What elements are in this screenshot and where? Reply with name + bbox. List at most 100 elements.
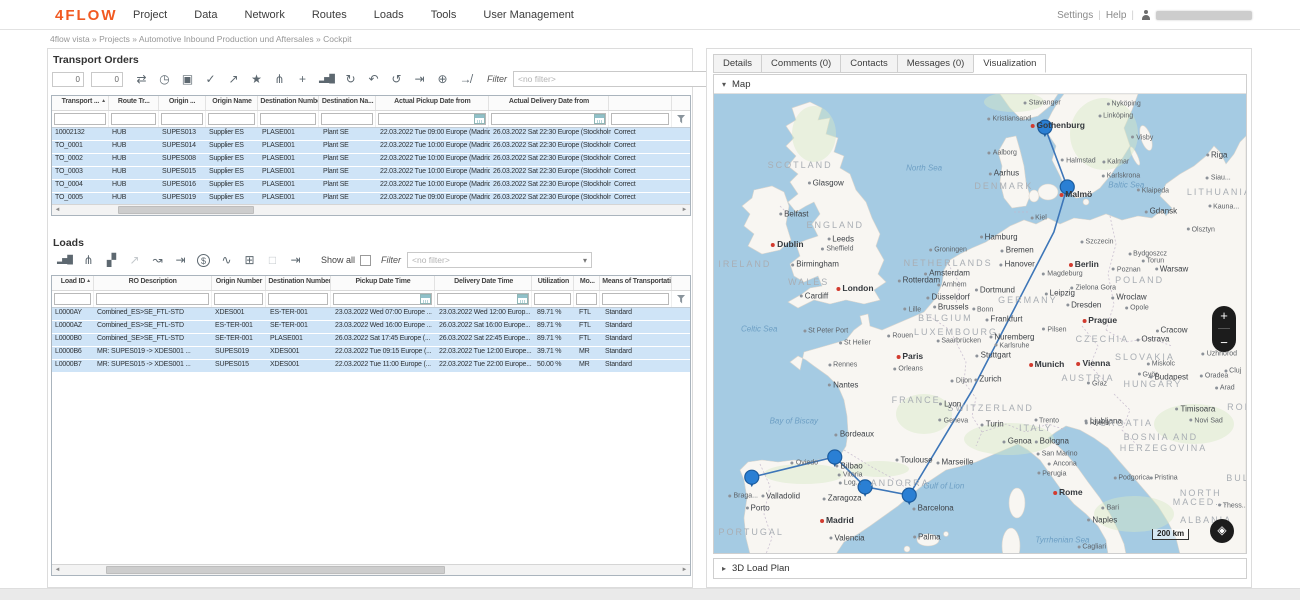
to-filter-input-5[interactable] [321,113,373,125]
zoom-out-button[interactable]: − [1220,336,1228,349]
zoom-in-button[interactable]: + [1220,309,1228,322]
ld-filter-input-6[interactable] [534,293,571,305]
remove-assignment-icon[interactable]: ↛ [459,71,472,87]
ld-col-4[interactable]: Pickup Date Time [331,276,435,290]
ld-filter-input-7[interactable] [576,293,597,305]
split-route-icon[interactable]: ⋔ [273,71,286,87]
to-col-1[interactable]: Route Tr... [109,96,159,110]
ld-col-2[interactable]: Origin Number [212,276,267,290]
ld-row[interactable]: L0000AYCombined_ES>SE_FTL-STDXDES001ES-T… [52,308,690,321]
load-structure-icon[interactable]: ▞ [105,252,118,268]
ld-filter-input-1[interactable] [96,293,209,305]
nav-item-data[interactable]: Data [194,9,217,21]
nav-item-tools[interactable]: Tools [431,9,457,21]
refresh-icon[interactable]: ↻ [344,71,357,87]
transport-counter-2[interactable] [91,72,123,87]
export-icon[interactable]: ⇥ [289,252,302,268]
ld-col-1[interactable]: RO Description [94,276,212,290]
load-plan-header[interactable]: ▸ 3D Load Plan [714,559,1246,577]
nav-item-network[interactable]: Network [245,9,285,21]
to-filter-input-4[interactable] [260,113,316,125]
settings-link[interactable]: Settings [1057,10,1093,21]
ld-hscrollbar[interactable]: ◄► [52,564,690,575]
lasso-icon[interactable]: ∿ [220,252,233,268]
ld-filter-input-0[interactable] [54,293,91,305]
ld-filter-input-5[interactable] [437,293,530,305]
ld-col-3[interactable]: Destination Number [266,276,331,290]
to-hscrollbar[interactable]: ◄► [52,204,690,215]
utilization-chart-icon[interactable]: ▂▅█ [57,252,72,268]
load-plan-icon[interactable]: ⊞ [243,252,256,268]
to-row[interactable]: TO_0001HUBSUPES014Supplier ESPLASE001Pla… [52,141,690,154]
confirm-icon[interactable]: ✓ [204,71,217,87]
nav-item-project[interactable]: Project [133,9,167,21]
ld-row[interactable]: L0000B7MR: SUPES015 -> XDES001 ...SUPES0… [52,360,690,373]
to-row[interactable]: 10002132HUBSUPES013Supplier ESPLASE001Pl… [52,128,690,141]
calendar-icon[interactable] [420,294,431,304]
ld-row[interactable]: L0000AZCombined_ES>SE_FTL-STDES-TER-001S… [52,321,690,334]
calendar-icon[interactable] [517,294,528,304]
to-col-6[interactable]: Actual Pickup Date from [376,96,489,110]
report-icon[interactable]: ▂▅█ [319,71,334,87]
calendar-icon[interactable] [594,114,605,124]
calendar-icon[interactable] [474,114,485,124]
map-section-header[interactable]: ▾ Map [714,75,1246,93]
reassign-icon[interactable]: ⇄ [135,71,148,87]
to-col-8[interactable] [609,96,672,110]
globe-icon[interactable]: ⊕ [436,71,449,87]
filter-funnel-icon[interactable] [677,295,686,304]
tab-details[interactable]: Details [713,54,761,73]
to-col-0[interactable]: Transport ...▲ [52,96,109,110]
nav-item-routes[interactable]: Routes [312,9,347,21]
tab-visualization[interactable]: Visualization [973,54,1046,73]
ld-col-5[interactable]: Delivery Date Time [435,276,533,290]
to-filter-input-3[interactable] [208,113,256,125]
nav-item-user-management[interactable]: User Management [483,9,574,21]
undo-icon[interactable]: ↶ [367,71,380,87]
map-zoom-control[interactable]: + − [1212,306,1236,352]
reschedule-icon[interactable]: ↺ [390,71,403,87]
to-filter-input-6[interactable] [378,113,486,125]
help-link[interactable]: Help [1106,10,1127,21]
tab-contacts[interactable]: Contacts [840,54,897,73]
favorite-route-icon[interactable]: ★ [250,71,263,87]
ld-col-7[interactable]: Mo... [574,276,600,290]
map-layers-button[interactable]: ◈ [1210,519,1234,543]
transport-counter-1[interactable] [52,72,84,87]
accept-route-icon[interactable]: ↗ [227,71,240,87]
ld-filter-input-8[interactable] [602,293,669,305]
ld-filter-input-3[interactable] [268,293,328,305]
to-col-3[interactable]: Origin Name [206,96,259,110]
to-col-4[interactable]: Destination Number [258,96,319,110]
to-filter-input-7[interactable] [491,113,607,125]
tour-icon[interactable]: ↝ [151,252,164,268]
ld-row[interactable]: L0000B0Combined_SE>SE_FTL-STDSE-TER-001P… [52,334,690,347]
export-plan-icon[interactable]: ▣ [181,71,194,87]
tab-comments-0-[interactable]: Comments (0) [761,54,840,73]
ld-col-8[interactable]: Means of Transportation [600,276,672,290]
to-row[interactable]: TO_0004HUBSUPES016Supplier ESPLASE001Pla… [52,180,690,193]
loads-filter-dropdown[interactable]: <no filter> ▾ [407,252,592,268]
to-col-7[interactable]: Actual Delivery Date from [489,96,610,110]
to-filter-input-2[interactable] [161,113,203,125]
network-icon[interactable]: ⋔ [82,252,95,268]
export-table-icon[interactable]: ⇥ [413,71,426,87]
ld-filter-input-4[interactable] [333,293,432,305]
add-transport-icon[interactable]: + [296,71,309,87]
to-row[interactable]: TO_0002HUBSUPES008Supplier ESPLASE001Pla… [52,154,690,167]
nav-item-loads[interactable]: Loads [374,9,404,21]
to-row[interactable]: TO_0003HUBSUPES015Supplier ESPLASE001Pla… [52,167,690,180]
ld-col-6[interactable]: Utilization [532,276,574,290]
breadcrumb[interactable]: 4flow vista » Projects » Automotive Inbo… [50,34,351,44]
history-icon[interactable]: ◷ [158,71,171,87]
to-filter-input-8[interactable] [611,113,669,125]
transfer-icon[interactable]: ⇥ [174,252,187,268]
tab-messages-0-[interactable]: Messages (0) [897,54,974,73]
ld-col-0[interactable]: Load ID▲ [52,276,94,290]
to-col-2[interactable]: Origin ... [159,96,206,110]
to-filter-input-0[interactable] [54,113,106,125]
show-all-checkbox[interactable] [360,255,371,266]
to-col-5[interactable]: Destination Na... [319,96,376,110]
map-canvas[interactable]: StavangerNyköpingLinköpingKristiansandGo… [714,93,1246,553]
ld-row[interactable]: L0000B6MR: SUPES019 -> XDES001 ...SUPES0… [52,347,690,360]
